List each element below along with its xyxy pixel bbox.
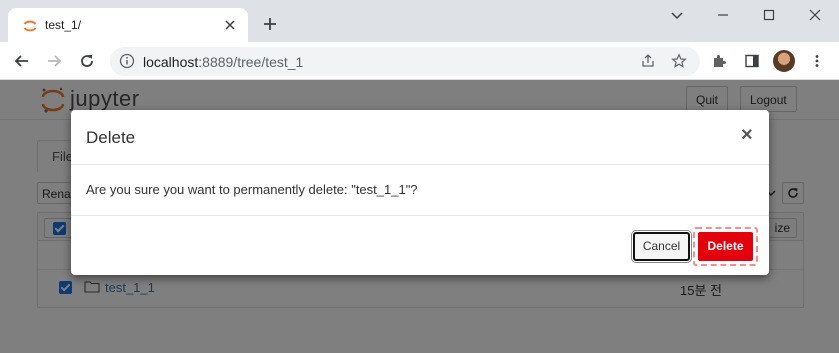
maximize-icon[interactable] [761,7,777,23]
close-tab-icon[interactable] [222,17,238,33]
share-icon[interactable] [640,53,656,69]
url-host: localhost [143,54,199,70]
side-panel-icon[interactable] [744,53,760,69]
profile-avatar[interactable] [773,50,795,72]
tab-title: test_1/ [45,18,82,32]
dialog-message: Are you sure you want to permanently del… [86,182,418,197]
jupyter-favicon-icon [23,20,37,32]
delete-button-focus-ring: Delete [693,227,758,266]
browser-tabstrip: test_1/ [0,0,839,42]
delete-button[interactable]: Delete [698,232,753,261]
delete-dialog: Delete × Are you sure you want to perman… [71,110,769,275]
back-arrow-icon[interactable] [13,52,31,70]
site-info-icon[interactable] [119,53,135,69]
menu-kebab-icon[interactable] [809,53,825,69]
dialog-close-icon[interactable]: × [741,124,753,147]
reload-icon[interactable] [78,52,96,70]
minimize-icon[interactable] [715,7,731,23]
address-bar[interactable]: localhost:8889/tree/test_1 [110,47,700,76]
extensions-puzzle-icon[interactable] [711,53,727,69]
url-path: :8889/tree/test_1 [198,54,304,70]
browser-toolbar: localhost:8889/tree/test_1 [0,42,839,80]
close-window-icon[interactable] [807,7,823,23]
url-text: localhost:8889/tree/test_1 [143,54,303,70]
dialog-footer: Cancel Delete [71,215,769,275]
bookmark-star-icon[interactable] [671,53,687,69]
browser-tab[interactable]: test_1/ [8,8,248,42]
dialog-title: Delete [86,128,136,147]
new-tab-icon[interactable] [262,16,278,32]
dialog-header: Delete × [71,110,769,165]
tab-search-chevron-icon[interactable] [669,7,685,23]
cancel-button[interactable]: Cancel [631,230,692,263]
forward-arrow-icon[interactable] [45,52,63,70]
